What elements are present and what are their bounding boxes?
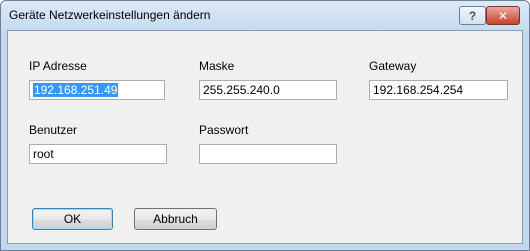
close-button[interactable]: ✕ (486, 6, 520, 25)
help-button[interactable]: ? (459, 6, 486, 25)
password-label: Passwort (199, 123, 249, 137)
ok-button[interactable]: OK (32, 208, 113, 230)
title-bar[interactable]: Geräte Netzwerkeinstellungen ändern ? ✕ (1, 1, 529, 30)
ip-address-label: IP Adresse (29, 59, 87, 73)
dialog-body: IP Adresse 192.168.251.49 Maske 255.255.… (7, 30, 523, 244)
close-icon: ✕ (497, 8, 509, 23)
mask-input[interactable]: 255.255.240.0 (199, 80, 337, 100)
ip-address-input[interactable]: 192.168.251.49 (29, 80, 165, 100)
cancel-button[interactable]: Abbruch (134, 208, 217, 230)
ip-address-value: 192.168.251.49 (33, 83, 119, 97)
password-input[interactable] (199, 144, 337, 164)
dialog-window: Geräte Netzwerkeinstellungen ändern ? ✕ … (0, 0, 530, 251)
question-mark-icon: ? (468, 8, 477, 23)
gateway-value: 192.168.254.254 (373, 83, 464, 97)
gateway-input[interactable]: 192.168.254.254 (369, 80, 508, 100)
user-input[interactable]: root (29, 144, 167, 164)
mask-label: Maske (199, 59, 235, 73)
user-value: root (33, 147, 54, 161)
window-title: Geräte Netzwerkeinstellungen ändern (9, 8, 211, 22)
gateway-label: Gateway (369, 59, 417, 73)
mask-value: 255.255.240.0 (203, 83, 280, 97)
user-label: Benutzer (29, 123, 78, 137)
